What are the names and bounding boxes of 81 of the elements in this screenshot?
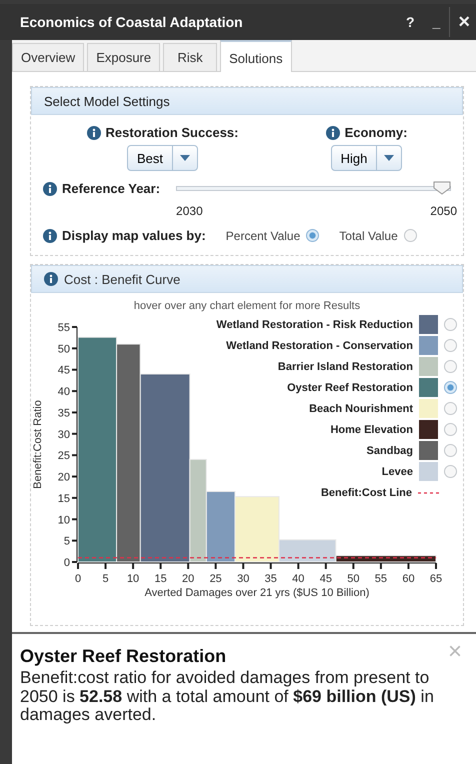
panel-title: Select Model Settings: [44, 94, 170, 108]
x-tick-label: 40: [292, 573, 304, 585]
panel-title: Cost : Benefit Curve: [64, 272, 180, 286]
info-icon[interactable]: [43, 182, 57, 196]
x-tick-label: 25: [210, 573, 222, 585]
tab[interactable]: Solutions: [220, 40, 292, 72]
dashed-line-icon: [418, 490, 440, 494]
legend-label: Home Elevation: [330, 424, 413, 436]
setting-label: Economy:: [344, 125, 408, 140]
radio-button[interactable]: [444, 318, 457, 331]
radio-button[interactable]: [444, 360, 457, 373]
year-slider[interactable]: [176, 181, 451, 195]
y-tick-label: 40: [58, 386, 70, 398]
radio-button[interactable]: [444, 381, 457, 394]
radio-button[interactable]: [306, 229, 320, 242]
setting-label: Reference Year:: [62, 181, 160, 196]
minimize-button[interactable]: _: [424, 7, 450, 37]
tab[interactable]: Overview: [12, 43, 84, 71]
legend-label: Wetland Restoration - Conservation: [226, 340, 413, 352]
radio-button[interactable]: [444, 465, 457, 478]
x-tick-label: 45: [320, 573, 332, 585]
legend-label: Beach Nourishment: [309, 402, 413, 414]
legend-label: Wetland Restoration - Risk Reduction: [216, 318, 413, 330]
x-tick-label: 65: [430, 573, 442, 585]
x-tick-label: 5: [102, 573, 109, 585]
info-icon[interactable]: [43, 228, 57, 242]
chart-bar[interactable]: [335, 555, 436, 562]
x-tick-label: 20: [182, 573, 194, 585]
y-tick-label: 15: [58, 492, 70, 505]
option-label: Total Value: [339, 228, 398, 242]
chart-hint: hover over any chart element for more Results: [132, 300, 362, 312]
radio-button[interactable]: [404, 229, 417, 242]
dropdown[interactable]: High: [330, 145, 402, 171]
legend-label: Benefit:Cost Line: [320, 486, 412, 498]
x-tick-label: 35: [264, 573, 277, 585]
option-label: Percent Value: [226, 228, 300, 242]
slider-handle[interactable]: [433, 181, 451, 195]
y-tick-label: 25: [58, 450, 70, 462]
legend-label: Levee: [382, 466, 413, 478]
setting-label: Restoration Success:: [106, 125, 238, 140]
y-tick-label: 45: [58, 364, 70, 377]
info-text: Benefit:cost ratio for avoided damages from present to 2050 is 52.58 with a total amount of $69 billion (US) in damages averted.: [20, 669, 435, 726]
legend-label: Barrier Island Restoration: [278, 360, 413, 372]
slider-label: 2050: [430, 204, 457, 218]
x-axis-label: Averted Damages over 21 yrs ($US 10 Billion): [144, 587, 370, 599]
y-tick-label: 30: [58, 428, 70, 441]
y-tick-label: 5: [64, 536, 70, 548]
caret-icon: [180, 155, 190, 161]
info-title: Oyster Reef Restoration: [20, 646, 226, 667]
info-icon[interactable]: [326, 126, 340, 140]
y-tick-label: 55: [58, 322, 70, 334]
y-tick-label: 50: [58, 343, 70, 356]
x-tick-label: 10: [126, 573, 140, 585]
x-tick-label: 60: [402, 573, 415, 585]
y-tick-label: 35: [58, 407, 70, 420]
tab[interactable]: Risk: [163, 43, 218, 71]
y-tick-label: 10: [58, 514, 70, 526]
radio-button[interactable]: [444, 423, 457, 436]
x-tick-label: 30: [237, 573, 250, 585]
caret-icon: [384, 155, 394, 161]
y-axis-label: Benefit:Cost Ratio: [32, 400, 44, 489]
setting-label: Display map values by:: [62, 228, 206, 243]
y-tick-label: 0: [64, 557, 70, 569]
radio-button[interactable]: [444, 444, 457, 457]
legend-label: Sandbag: [366, 444, 413, 456]
tab[interactable]: Exposure: [87, 43, 160, 71]
dropdown[interactable]: Best: [127, 145, 198, 171]
close-button[interactable]: ×: [449, 7, 476, 37]
radio-button[interactable]: [444, 339, 457, 352]
info-icon[interactable]: [44, 272, 58, 286]
x-tick-label: 55: [374, 573, 388, 585]
legend-label: Oyster Reef Restoration: [287, 382, 413, 394]
x-tick-label: 0: [74, 573, 82, 585]
info-icon[interactable]: [86, 126, 101, 140]
x-tick-label: 50: [347, 573, 360, 585]
slider-label: 2030: [176, 204, 203, 218]
x-tick-label: 15: [154, 573, 167, 585]
help-button[interactable]: ?: [396, 7, 424, 37]
y-tick-label: 20: [58, 472, 70, 484]
radio-button[interactable]: [444, 402, 457, 415]
window-title: Economics of Coastal Adaptation: [20, 14, 243, 30]
